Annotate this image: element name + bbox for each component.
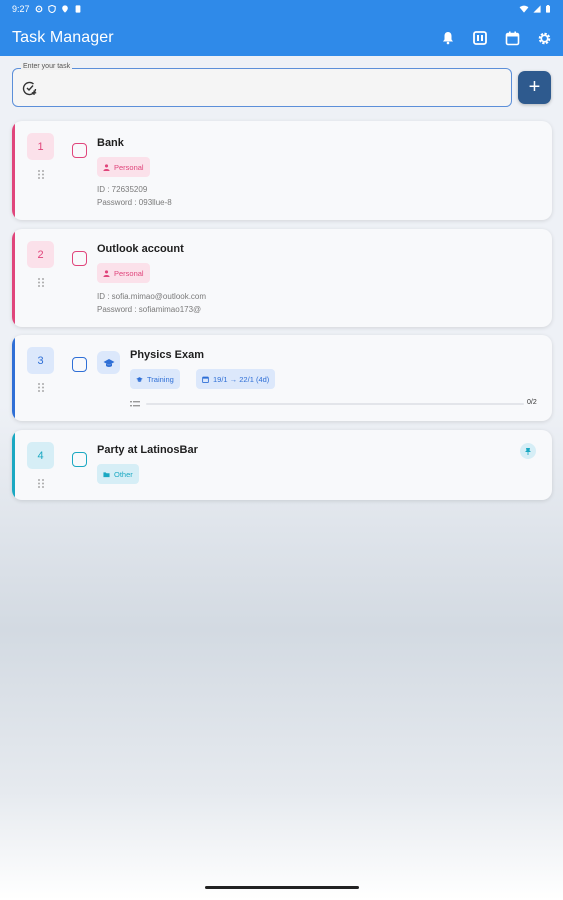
shield-status-icon (47, 4, 56, 13)
add-task-icon (22, 81, 37, 96)
task-note: ID : sofia.mimao@outlook.com (97, 292, 207, 301)
task-card[interactable]: 4 Party at LatinosBar Other (12, 430, 552, 500)
priority-stripe (12, 229, 15, 327)
date-range-badge: 19/1 → 22/1 (4d) (196, 369, 276, 389)
task-title: Party at LatinosBar (97, 444, 198, 456)
toolbar: Task Manager (0, 20, 563, 56)
drag-handle-icon[interactable] (37, 169, 45, 180)
person-icon (103, 269, 110, 277)
priority-stripe (12, 430, 15, 500)
status-time: 9:27 (12, 3, 30, 14)
task-note: Password : sofiamimao173@ (97, 305, 202, 314)
settings-status-icon (35, 5, 42, 12)
task-card[interactable]: 2 Outlook account Personal ID : sofia.mi… (12, 229, 552, 327)
category-badge: Personal (97, 263, 150, 283)
person-icon (103, 163, 110, 171)
task-index: 3 (27, 347, 54, 374)
calendar-icon (505, 31, 519, 45)
task-title: Outlook account (97, 243, 184, 255)
location-status-icon (61, 4, 68, 13)
status-bar: 9:27 (0, 0, 563, 17)
bell-icon (443, 32, 453, 45)
drag-handle-icon[interactable] (37, 382, 45, 393)
drag-handle-icon[interactable] (37, 478, 45, 489)
grid-view-icon (473, 31, 487, 45)
app-title: Task Manager (12, 29, 114, 46)
task-title: Bank (97, 137, 124, 149)
task-title: Physics Exam (130, 349, 204, 361)
board-view-button[interactable] (471, 29, 489, 47)
task-card[interactable]: 3 Physics Exam Training 19/1 → 22/1 (4d)… (12, 335, 552, 421)
category-badge: Other (97, 464, 139, 484)
date-range-label: 19/1 → 22/1 (4d) (213, 374, 270, 384)
task-index: 1 (27, 133, 54, 160)
task-input-label: Enter your task (21, 63, 73, 70)
category-icon (97, 351, 120, 374)
task-card[interactable]: 1 Bank Personal ID : 72635209 Password :… (12, 121, 552, 220)
signal-icon (533, 4, 541, 13)
app-bar: 9:27 Task Manager (0, 0, 563, 56)
graduation-cap-icon (136, 376, 143, 382)
task-checkbox[interactable] (72, 452, 87, 467)
subtasks-icon (130, 401, 140, 407)
notifications-button[interactable] (439, 29, 457, 47)
home-indicator[interactable] (205, 886, 359, 889)
wifi-icon (519, 5, 529, 13)
progress-bar (146, 403, 524, 405)
category-label: Training (147, 374, 174, 384)
task-note: ID : 72635209 (97, 185, 148, 194)
category-label: Other (114, 469, 133, 479)
add-task-button[interactable]: + (518, 71, 551, 104)
task-input-field[interactable]: Enter your task (12, 63, 512, 107)
task-checkbox[interactable] (72, 143, 87, 158)
task-checkbox[interactable] (72, 251, 87, 266)
calendar-icon (202, 376, 209, 383)
folder-icon (103, 471, 110, 477)
category-label: Personal (114, 268, 144, 278)
settings-icon (538, 32, 550, 44)
settings-button[interactable] (535, 29, 553, 47)
category-badge: Training (130, 369, 180, 389)
task-index: 4 (27, 442, 54, 469)
progress-text: 0/2 (527, 399, 537, 406)
task-note: Password : 093llue-8 (97, 198, 172, 207)
task-index: 2 (27, 241, 54, 268)
task-checkbox[interactable] (72, 357, 87, 372)
priority-stripe (12, 335, 15, 421)
task-input[interactable] (45, 77, 505, 99)
graduation-cap-icon (103, 358, 114, 367)
category-label: Personal (114, 162, 144, 172)
category-badge: Personal (97, 157, 150, 177)
pin-icon (525, 448, 531, 455)
battery-icon (546, 4, 550, 13)
pin-button[interactable] (520, 443, 536, 459)
calendar-button[interactable] (503, 29, 521, 47)
priority-stripe (12, 121, 15, 220)
sim-status-icon (75, 4, 80, 13)
drag-handle-icon[interactable] (37, 277, 45, 288)
